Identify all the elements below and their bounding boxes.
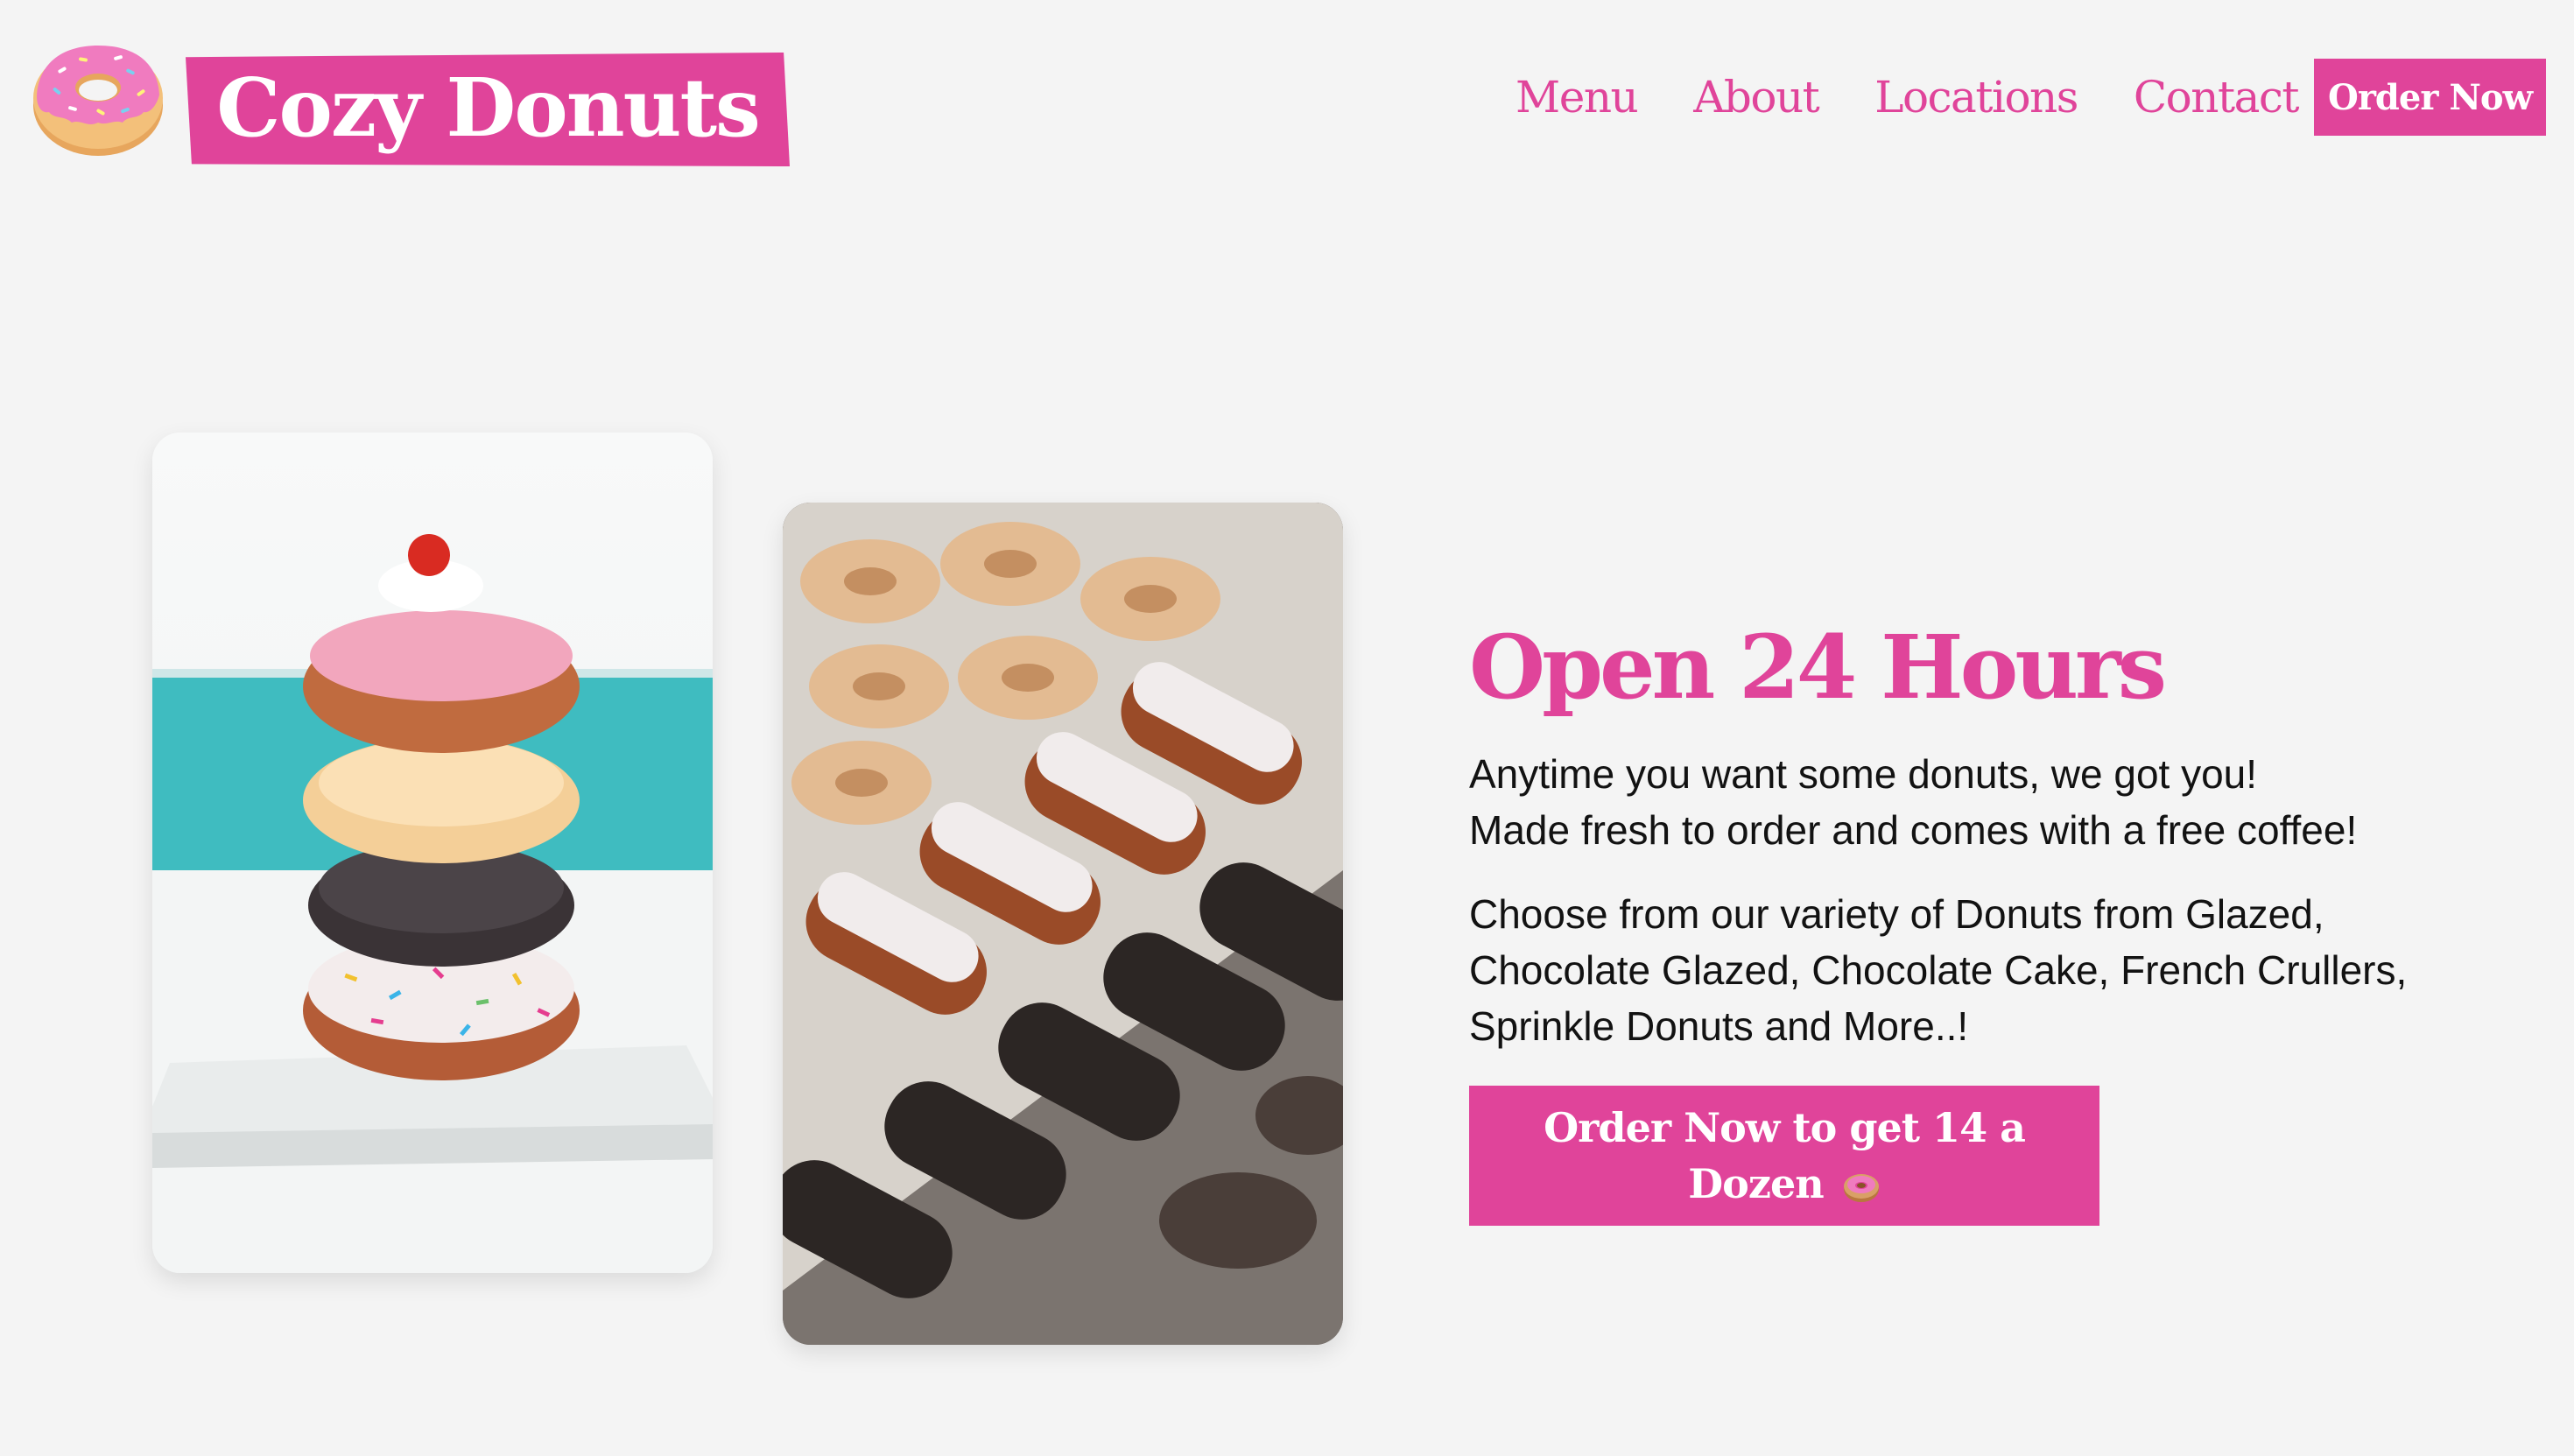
nav-menu-link[interactable]: Menu (1516, 72, 1639, 123)
donut-icon[interactable] (30, 35, 166, 159)
tagline-line-1: Anytime you want some donuts, we got you… (1469, 751, 2258, 797)
donut-emoji-icon (1843, 1174, 1879, 1202)
variety-text: Choose from our variety of Donuts from G… (1469, 891, 2408, 1049)
main-nav: Menu About Locations Contact Order Now (1516, 58, 2546, 137)
stacked-donuts-photo (152, 433, 713, 1273)
nav-about-link[interactable]: About (1693, 72, 1820, 123)
brand-logo[interactable]: Cozy Donuts (186, 53, 790, 166)
page: Cozy Donuts Menu About Locations Contact… (0, 0, 2574, 1456)
order-dozen-label: Order Now to get 14 a Dozen (1544, 1104, 2026, 1207)
donut-tray-photo (783, 503, 1343, 1345)
order-dozen-button[interactable]: Order Now to get 14 a Dozen (1469, 1086, 2099, 1226)
hero-section: Open 24 Hours Anytime you want some donu… (1469, 623, 2450, 1226)
nav-locations-link[interactable]: Locations (1874, 72, 2078, 123)
order-now-button[interactable]: Order Now (2313, 59, 2546, 136)
tagline-line-2: Made fresh to order and comes with a fre… (1469, 807, 2358, 853)
brand-name: Cozy Donuts (216, 60, 761, 155)
hero-tagline: Anytime you want some donuts, we got you… (1469, 746, 2450, 858)
nav-contact-link[interactable]: Contact (2134, 72, 2300, 123)
hero-title: Open 24 Hours (1469, 615, 2167, 719)
